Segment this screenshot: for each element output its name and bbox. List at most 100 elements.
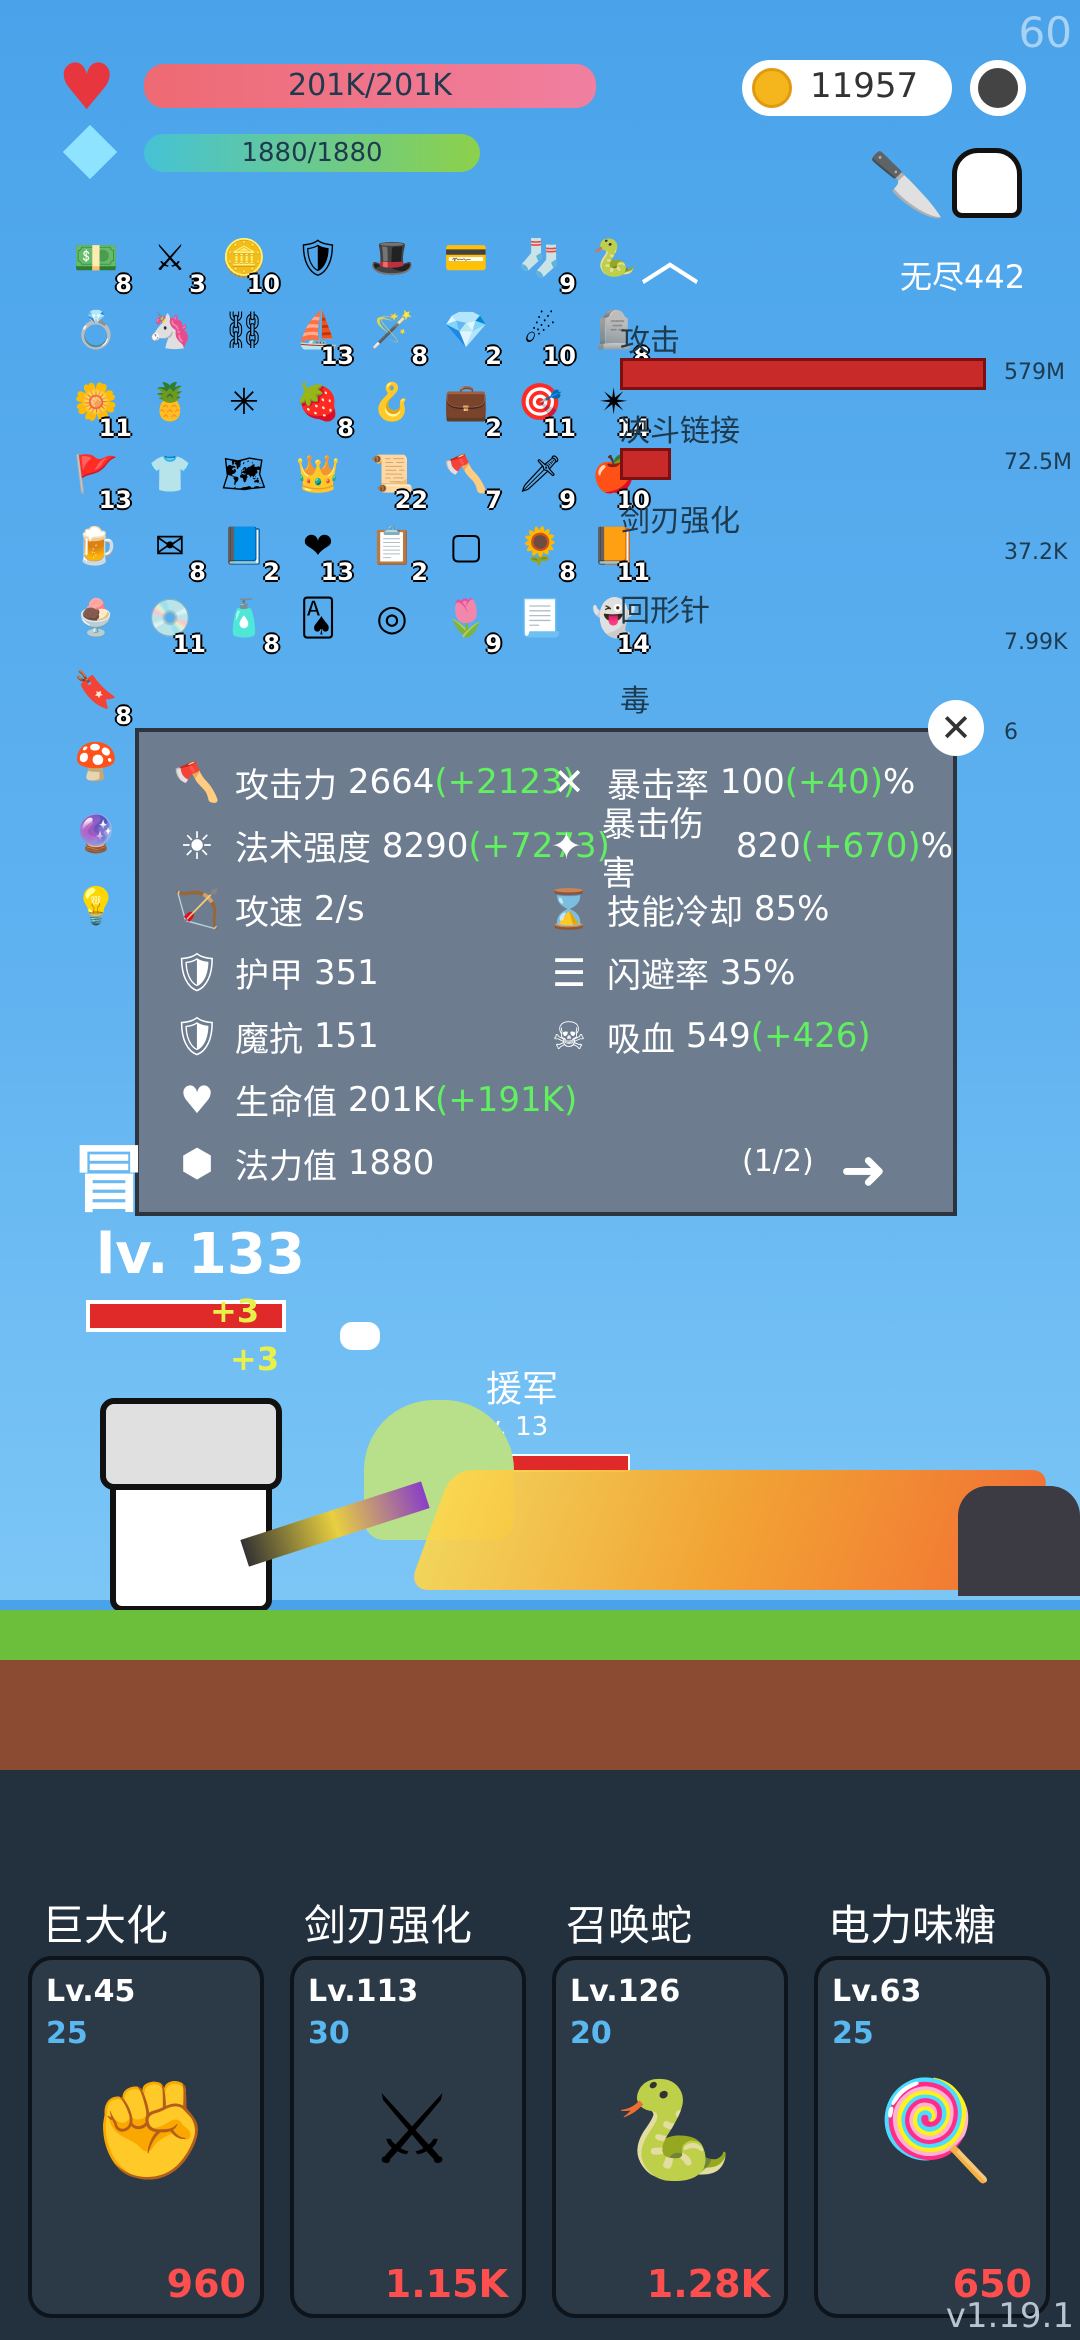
hero-level: lv. 133 [96, 1222, 305, 1287]
inventory-item[interactable]: 💡 [66, 876, 126, 936]
item-count: 8 [337, 414, 354, 442]
beer-icon: 🍺 [73, 526, 119, 567]
inventory-item[interactable]: 💼 2 [436, 372, 502, 442]
inventory-item[interactable]: 📋 2 [362, 516, 428, 586]
skill-name: 巨大化 [42, 1901, 169, 1950]
inventory-item[interactable]: ☄ 10 [510, 300, 576, 371]
stat-row: ☰ 闪避率 35% [541, 945, 795, 1001]
skill-name: 电力味糖 [828, 1901, 997, 1950]
inventory-item[interactable]: ✉ 8 [140, 516, 206, 587]
next-page-arrow-icon[interactable]: ➜ [840, 1138, 887, 1203]
stat-bonus: (+40) [784, 762, 883, 802]
stage-label: 无尽442 [900, 258, 1026, 296]
stat-value: 820 [735, 825, 801, 866]
inventory-item[interactable]: ✳ [214, 372, 274, 432]
item-count: 2 [411, 558, 428, 586]
item-count: 2 [485, 414, 502, 442]
skill-level: Lv.126 [570, 1974, 681, 2009]
inventory-item[interactable]: 🧦 9 [510, 228, 576, 298]
inventory-item[interactable]: ⛵ 13 [288, 300, 354, 370]
inventory-item[interactable]: 📃 [510, 588, 570, 648]
close-button[interactable]: ✕ [928, 700, 984, 756]
skill-card[interactable]: Lv.63 25 🍭 650 [814, 1956, 1050, 2318]
inventory-item[interactable]: 💿 11 [140, 588, 206, 658]
item-count: 9 [559, 486, 576, 514]
inventory-item[interactable]: 🍄 [66, 732, 126, 792]
inventory-item[interactable]: 💳 [436, 228, 496, 288]
inventory-item[interactable]: 🪙 10 [214, 228, 280, 298]
inventory-item[interactable]: 📜 22 [362, 444, 428, 514]
inventory-item[interactable]: 👑 [288, 444, 348, 504]
inventory-item[interactable]: 👕 [140, 444, 200, 504]
item-count: 7 [485, 486, 502, 514]
skill-card[interactable]: Lv.45 25 ✊ 960 [28, 1956, 264, 2318]
chain-icon: ⛓ [221, 310, 267, 351]
inventory-item[interactable]: 🗺 [214, 444, 274, 504]
stat-row: ♥ 生命值 201K (+191K) [169, 1072, 577, 1128]
inventory-item[interactable]: 🎯 11 [510, 372, 576, 442]
inventory-item[interactable]: 📘 2 [214, 516, 280, 586]
inventory-item[interactable]: 💍 [66, 300, 126, 360]
item-count: 9 [485, 630, 502, 658]
inventory-item[interactable]: 🌷 9 [436, 588, 502, 658]
item-count: 22 [394, 486, 428, 514]
inventory-item[interactable]: 🪄 8 [362, 300, 428, 370]
stat-label: 攻击力 [235, 765, 337, 806]
dirt-layer [0, 1660, 1080, 1770]
stat-label: 暴击伤害 [601, 804, 704, 894]
inventory-item[interactable]: 🂡 [288, 588, 348, 648]
stat-label: 法术强度 [235, 829, 371, 869]
mp-text: 1880/1880 [241, 138, 383, 168]
stat-row: ✕ 暴击率 100 (+40)% [541, 754, 915, 810]
inventory-item[interactable]: 🧴 8 [214, 588, 280, 658]
hidden-button-fragment[interactable]: 冒 [72, 1120, 146, 1227]
ghost-icon[interactable] [952, 148, 1022, 218]
inventory-item[interactable]: 🌼 11 [66, 372, 132, 442]
grass-ground [0, 1610, 1080, 1660]
skull-icon: ☠ [551, 1014, 587, 1058]
card-icon: 💳 [443, 238, 489, 279]
inventory-item[interactable]: 🌻 8 [510, 516, 576, 586]
inventory-item[interactable]: ◎ [362, 588, 422, 648]
inventory-item[interactable]: ❤ 13 [288, 516, 354, 587]
stat-row: 🪓 攻击力 2664 (+2123) [169, 754, 576, 810]
chevron-up-icon[interactable]: ︿ [640, 230, 700, 290]
inventory-item[interactable]: 💵 8 [66, 228, 132, 298]
inventory-item[interactable]: 🚩 13 [66, 444, 132, 514]
inventory-item[interactable]: 🔖 8 [66, 660, 132, 730]
inventory-item[interactable]: 🎩 [362, 228, 422, 288]
inventory-item[interactable]: 🗡 9 [510, 444, 576, 514]
inventory-item[interactable]: 🍺 [66, 516, 126, 576]
damage-source-name: 决斗链接 [620, 414, 740, 449]
item-count: 10 [542, 342, 576, 370]
stat-value: 1880 [347, 1143, 435, 1183]
stat-label: 生命值 [235, 1083, 337, 1123]
skill-card[interactable]: Lv.126 20 🐍 1.28K [552, 1956, 788, 2318]
inventory-item[interactable]: 🐍 [584, 228, 644, 288]
item-count: 13 [320, 342, 354, 370]
inventory-item[interactable]: ⚔ 3 [140, 228, 206, 299]
damage-value: 579M [1004, 360, 1065, 385]
inventory-item[interactable]: 🔮 [66, 804, 126, 864]
coin-counter: 11957 [742, 60, 952, 116]
coin-value: 11957 [810, 66, 919, 106]
inventory-item[interactable]: 🦄 [140, 300, 200, 360]
inventory-item[interactable]: 🍨 [66, 588, 126, 648]
inventory-item[interactable]: 🍍 [140, 372, 200, 432]
stat-value: 351 [313, 952, 379, 993]
cleaver-icon[interactable]: 🔪 [868, 148, 945, 222]
stat-bonus: (+191K) [435, 1079, 578, 1120]
inventory-item[interactable]: 🛡 [288, 228, 348, 288]
settings-gear-icon[interactable] [970, 60, 1026, 116]
damage-bar [620, 358, 986, 390]
stat-value: 151 [313, 1016, 379, 1056]
inventory-item[interactable]: 🍓 8 [288, 372, 354, 442]
inventory-item[interactable]: 💎 2 [436, 300, 502, 370]
skill-upgrade-price: 1.28K [646, 2262, 770, 2306]
enemy-serpent [958, 1486, 1080, 1596]
inventory-item[interactable]: 🪓 7 [436, 444, 502, 514]
inventory-item[interactable]: ⛓ [214, 300, 274, 360]
inventory-item[interactable]: ▢ [436, 516, 496, 576]
skill-card[interactable]: Lv.113 30 ⚔ 1.15K [290, 1956, 526, 2318]
inventory-item[interactable]: 🪝 [362, 372, 422, 432]
